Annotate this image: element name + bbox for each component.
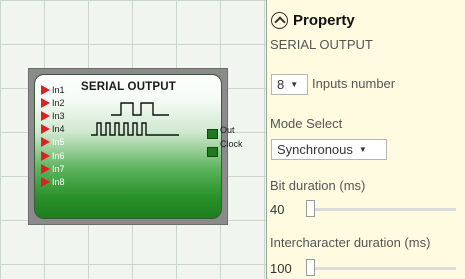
input-pin-in5[interactable]: In5 [41, 137, 65, 147]
parallel-waveform-icon [111, 102, 169, 116]
slider-thumb[interactable] [306, 259, 315, 276]
input-pin-in2[interactable]: In2 [41, 98, 65, 108]
input-pin-in8[interactable]: In8 [41, 177, 65, 187]
inputs-number-select[interactable]: 8 ▼ [271, 74, 308, 95]
output-pin-out[interactable] [207, 129, 218, 139]
slider-thumb[interactable] [306, 200, 315, 217]
bit-duration-value: 40 [270, 202, 285, 217]
pin-arrow-icon [41, 164, 50, 174]
caret-down-icon: ▼ [290, 80, 299, 89]
output-label-out: Out [220, 125, 235, 135]
intercharacter-duration-label: Intercharacter duration (ms) [270, 235, 431, 250]
bit-duration-row: 40 [270, 200, 456, 217]
pin-arrow-icon [41, 151, 50, 161]
pin-arrow-icon [41, 177, 50, 187]
caret-down-icon: ▼ [358, 145, 367, 154]
input-pin-in4[interactable]: In4 [41, 124, 65, 134]
pin-arrow-icon [41, 111, 50, 121]
bit-duration-slider[interactable] [306, 200, 456, 217]
input-pin-in6[interactable]: In6 [41, 151, 65, 161]
pin-arrow-icon [41, 124, 50, 134]
serial-output-block[interactable]: SERIAL OUTPUT In1 In2 In3 In4 In5 In6 In… [34, 74, 222, 219]
input-pin-in3[interactable]: In3 [41, 111, 65, 121]
serial-output-block-frame[interactable]: SERIAL OUTPUT In1 In2 In3 In4 In5 In6 In… [28, 68, 228, 225]
property-panel: Property SERIAL OUTPUT 8 ▼ Inputs number … [267, 0, 465, 279]
input-pin-in1[interactable]: In1 [41, 85, 65, 95]
property-header: Property [271, 12, 355, 29]
chevron-up-circle-icon[interactable] [271, 12, 288, 29]
output-label-clock: Clock [220, 139, 243, 149]
intercharacter-duration-slider[interactable] [306, 259, 456, 276]
pin-arrow-icon [41, 85, 50, 95]
inputs-number-label: Inputs number [312, 76, 396, 91]
bit-duration-label: Bit duration (ms) [270, 178, 366, 193]
intercharacter-duration-row: 100 [270, 259, 456, 276]
serial-waveform-icon [91, 122, 179, 136]
intercharacter-duration-value: 100 [270, 261, 292, 276]
block-name-label: SERIAL OUTPUT [270, 37, 373, 52]
pin-arrow-icon [41, 98, 50, 108]
property-title: Property [293, 12, 355, 29]
output-pin-clock[interactable] [207, 147, 218, 157]
mode-select-dropdown[interactable]: Synchronous ▼ [271, 139, 387, 160]
block-title: SERIAL OUTPUT [81, 81, 177, 93]
input-pin-in7[interactable]: In7 [41, 164, 65, 174]
pin-arrow-icon [41, 137, 50, 147]
mode-select-label: Mode Select [270, 116, 343, 131]
